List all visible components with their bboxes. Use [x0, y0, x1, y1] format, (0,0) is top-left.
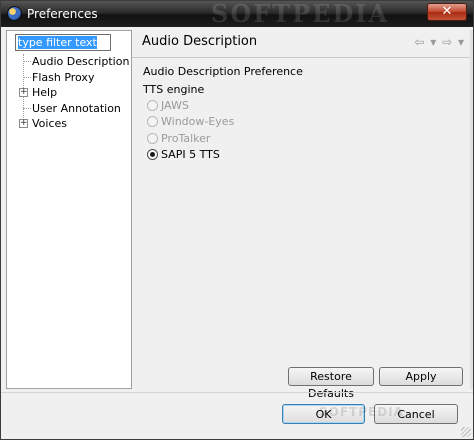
tree-item-label: Help [32, 86, 58, 99]
window-title: Preferences [27, 7, 98, 21]
tree-branch-line [23, 76, 31, 78]
tree-branch-line [23, 107, 31, 109]
close-icon: ✕ [441, 4, 453, 19]
tree-item-help[interactable]: + Help [7, 85, 131, 101]
radio-button[interactable] [147, 100, 158, 111]
close-button[interactable]: ✕ [427, 3, 467, 21]
apply-button[interactable]: Apply [379, 367, 463, 386]
page-title: Audio Description [142, 34, 258, 49]
radio-button[interactable] [147, 133, 158, 144]
tree-item-flash-proxy[interactable]: Flash Proxy [7, 70, 131, 86]
resize-grip-icon[interactable] [461, 427, 471, 437]
tree-item-voices[interactable]: + Voices [7, 116, 131, 132]
tree-item-audio-description[interactable]: Audio Description [7, 54, 131, 70]
expand-icon[interactable]: + [19, 119, 28, 128]
tree-item-user-annotation[interactable]: User Annotation [7, 101, 131, 117]
expand-icon[interactable]: + [19, 88, 28, 97]
radio-label: ProTalker [161, 132, 211, 145]
filter-input[interactable]: type filter text [15, 34, 111, 51]
section-label: Audio Description Preference [143, 65, 303, 78]
tree-item-label: Flash Proxy [32, 70, 95, 84]
tts-engine-label: TTS engine [143, 83, 205, 96]
chevron-down-icon[interactable]: ▾ [458, 35, 464, 49]
chevron-down-icon[interactable]: ▾ [430, 35, 436, 49]
radio-button[interactable] [147, 116, 158, 127]
preference-tree: Audio Description Flash Proxy + Help Use… [7, 54, 131, 132]
header-divider [132, 57, 470, 58]
restore-defaults-button[interactable]: Restore Defaults [288, 367, 374, 400]
app-icon [7, 6, 22, 21]
preference-tree-pane: type filter text Audio Description Flash… [6, 30, 132, 389]
back-arrow-icon[interactable]: ⇦ [414, 35, 424, 49]
filter-input-text: type filter text [18, 36, 97, 49]
page-navigation: ⇦ ▾ ⇨ ▾ [412, 35, 464, 49]
page-header: Audio Description ⇦ ▾ ⇨ ▾ [132, 30, 470, 54]
tree-branch-line [23, 61, 31, 62]
tree-item-label: Audio Description [32, 55, 130, 68]
tree-item-label: Voices [32, 117, 68, 130]
title-bar[interactable]: Preferences SOFTPEDIA ✕ [1, 0, 473, 28]
watermark: SOFTPEDIA [211, 0, 390, 28]
radio-button-selected[interactable] [147, 149, 158, 160]
page-edge [470, 30, 473, 389]
radio-label: JAWS [161, 99, 189, 112]
preferences-window: Preferences SOFTPEDIA ✕ type filter text… [0, 0, 474, 440]
footer-divider [1, 392, 473, 393]
footer-watermark: SOFTPEDIA [319, 405, 404, 419]
tree-item-label: User Annotation [32, 101, 121, 115]
radio-label: SAPI 5 TTS [161, 148, 220, 161]
radio-label: Window-Eyes [161, 115, 235, 128]
forward-arrow-icon[interactable]: ⇨ [442, 35, 452, 49]
